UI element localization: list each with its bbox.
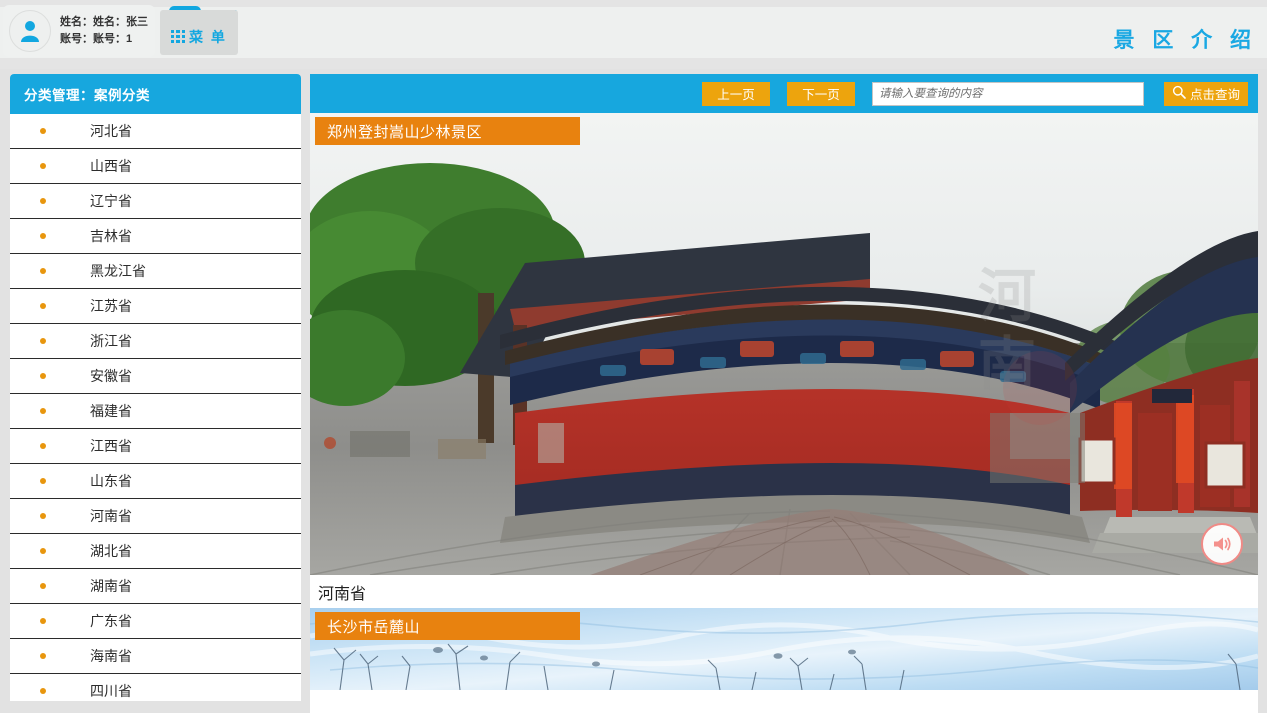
scenic-photo-1[interactable]: 河南 — [310, 113, 1258, 575]
search-input[interactable] — [872, 82, 1144, 106]
bullet-icon — [40, 163, 46, 169]
sidebar-item-label: 福建省 — [90, 401, 132, 421]
bullet-icon — [40, 513, 46, 519]
sidebar-item-label: 江苏省 — [90, 296, 132, 316]
magnifier-icon — [1172, 85, 1186, 102]
speaker-icon[interactable] — [1201, 523, 1243, 565]
sidebar-item[interactable]: 辽宁省 — [10, 184, 301, 219]
sidebar-title: 分类管理：案例分类 — [10, 74, 301, 114]
sidebar-item[interactable]: 吉林省 — [10, 219, 301, 254]
menu-button-label: 菜 单 — [189, 27, 227, 47]
temple-panorama-illustration — [310, 113, 1258, 575]
app-header: 姓名：姓名：张三 账号：账号：1 菜 单 景 区 介 绍 — [0, 0, 1267, 69]
sidebar-item[interactable]: 四川省 — [10, 674, 301, 701]
sidebar-item-label: 吉林省 — [90, 226, 132, 246]
page-title: 景 区 介 绍 — [1113, 24, 1257, 54]
sidebar-item[interactable]: 山西省 — [10, 149, 301, 184]
sidebar-item[interactable]: 福建省 — [10, 394, 301, 429]
sidebar-item-label: 河北省 — [90, 121, 132, 141]
sidebar-item-label: 湖南省 — [90, 576, 132, 596]
bullet-icon — [40, 303, 46, 309]
grid-menu-icon — [171, 30, 185, 44]
user-account: 账号：账号：1 — [60, 33, 148, 46]
scenic-caption-1: 河南省 — [310, 575, 1258, 608]
sidebar-item-label: 海南省 — [90, 646, 132, 666]
sidebar-item-label: 广东省 — [90, 611, 132, 631]
bullet-icon — [40, 548, 46, 554]
sidebar-item-label: 湖北省 — [90, 541, 132, 561]
scenic-card-1: 郑州登封嵩山少林景区 — [310, 113, 1258, 608]
sidebar-item[interactable]: 河南省 — [10, 499, 301, 534]
sidebar-item-label: 江西省 — [90, 436, 132, 456]
bullet-icon — [40, 618, 46, 624]
sidebar-item[interactable]: 湖南省 — [10, 569, 301, 604]
bullet-icon — [40, 688, 46, 694]
sidebar-item-label: 浙江省 — [90, 331, 132, 351]
sidebar-item[interactable]: 江苏省 — [10, 289, 301, 324]
search-button-label: 点击查询 — [1190, 84, 1240, 103]
bullet-icon — [40, 443, 46, 449]
sidebar-item[interactable]: 安徽省 — [10, 359, 301, 394]
bullet-icon — [40, 338, 46, 344]
sidebar-item[interactable]: 黑龙江省 — [10, 254, 301, 289]
bullet-icon — [40, 198, 46, 204]
scenic-card-2: 长沙市岳麓山 — [310, 608, 1258, 690]
category-sidebar: 分类管理：案例分类 河北省山西省辽宁省吉林省黑龙江省江苏省浙江省安徽省福建省江西… — [10, 74, 301, 701]
scenic-title-1: 郑州登封嵩山少林景区 — [315, 117, 580, 145]
user-name: 姓名：姓名：张三 — [60, 16, 148, 29]
sidebar-item[interactable]: 山东省 — [10, 464, 301, 499]
sidebar-item[interactable]: 湖北省 — [10, 534, 301, 569]
sidebar-item[interactable]: 河北省 — [10, 114, 301, 149]
sidebar-item[interactable]: 广东省 — [10, 604, 301, 639]
sidebar-item[interactable]: 江西省 — [10, 429, 301, 464]
sidebar-list: 河北省山西省辽宁省吉林省黑龙江省江苏省浙江省安徽省福建省江西省山东省河南省湖北省… — [10, 114, 301, 701]
user-details: 姓名：姓名：张三 账号：账号：1 — [60, 16, 148, 46]
sidebar-item-label: 四川省 — [90, 681, 132, 701]
menu-button[interactable]: 菜 单 — [160, 10, 238, 55]
bullet-icon — [40, 268, 46, 274]
user-info-card: 姓名：姓名：张三 账号：账号：1 — [3, 5, 155, 57]
bullet-icon — [40, 373, 46, 379]
bullet-icon — [40, 128, 46, 134]
bullet-icon — [40, 583, 46, 589]
sidebar-item-label: 安徽省 — [90, 366, 132, 386]
sidebar-item[interactable]: 浙江省 — [10, 324, 301, 359]
user-avatar-icon — [9, 10, 51, 52]
sidebar-item-label: 河南省 — [90, 506, 132, 526]
header-panel — [258, 18, 1258, 58]
sidebar-item[interactable]: 海南省 — [10, 639, 301, 674]
watermark-circle — [1003, 351, 1077, 425]
sidebar-item-label: 山东省 — [90, 471, 132, 491]
content-toolbar: 上一页 下一页 点击查询 — [310, 74, 1258, 113]
sidebar-item-label: 山西省 — [90, 156, 132, 176]
search-button[interactable]: 点击查询 — [1164, 82, 1248, 106]
next-page-button[interactable]: 下一页 — [787, 82, 855, 106]
scenic-title-2: 长沙市岳麓山 — [315, 612, 580, 640]
sidebar-item-label: 黑龙江省 — [90, 261, 146, 281]
sidebar-item-label: 辽宁省 — [90, 191, 132, 211]
bullet-icon — [40, 233, 46, 239]
bullet-icon — [40, 478, 46, 484]
bullet-icon — [40, 408, 46, 414]
prev-page-button[interactable]: 上一页 — [702, 82, 770, 106]
content-panel: 上一页 下一页 点击查询 郑州登封嵩山少林景区 — [310, 74, 1258, 713]
bullet-icon — [40, 653, 46, 659]
